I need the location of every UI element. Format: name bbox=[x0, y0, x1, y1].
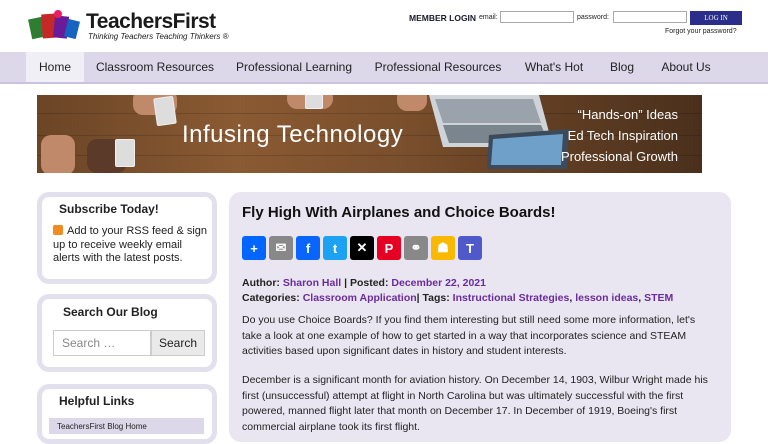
nav-item-whats-hot[interactable]: What's Hot bbox=[516, 52, 592, 82]
hand-image bbox=[397, 95, 427, 111]
nav-item-professional-learning[interactable]: Professional Learning bbox=[230, 52, 358, 82]
forgot-password-link[interactable]: Forgot your password? bbox=[665, 28, 737, 35]
banner-title: Infusing Technology bbox=[182, 121, 404, 148]
banner-line: Professional Growth bbox=[560, 149, 678, 164]
tag-link[interactable]: STEM bbox=[644, 292, 673, 304]
post-date-link[interactable]: December 22, 2021 bbox=[391, 277, 486, 289]
nav-item-classroom-resources[interactable]: Classroom Resources bbox=[90, 52, 220, 82]
banner-line: Ed Tech Inspiration bbox=[567, 128, 678, 143]
share-icon[interactable]: + bbox=[242, 236, 266, 260]
tag-link[interactable]: Instructional Strategies bbox=[453, 292, 570, 304]
post-title[interactable]: Fly High With Airplanes and Choice Board… bbox=[242, 204, 556, 221]
email-field[interactable] bbox=[500, 11, 574, 23]
google-classroom-icon[interactable]: ☗ bbox=[431, 236, 455, 260]
subscribe-description: Add to your RSS feed & sign up to receiv… bbox=[53, 225, 208, 264]
category-link[interactable]: Classroom Application bbox=[303, 292, 417, 304]
hand-image bbox=[41, 135, 75, 173]
tags-label: | Tags: bbox=[416, 292, 450, 304]
tag-link[interactable]: lesson ideas bbox=[575, 292, 638, 304]
nav-item-professional-resources[interactable]: Professional Resources bbox=[368, 52, 508, 82]
banner-line: “Hands-on” Ideas bbox=[577, 107, 678, 122]
facebook-icon[interactable]: f bbox=[296, 236, 320, 260]
password-label: password: bbox=[577, 14, 609, 21]
teachersfirst-logo-icon[interactable] bbox=[28, 8, 84, 44]
email-icon[interactable]: ✉ bbox=[269, 236, 293, 260]
brand-tagline: Thinking Teachers Teaching Thinkers ® bbox=[88, 32, 229, 41]
categories-label: Categories: bbox=[242, 292, 300, 304]
laptop-image bbox=[429, 95, 569, 169]
helpful-links-heading: Helpful Links bbox=[59, 394, 135, 408]
x-icon[interactable]: ✕ bbox=[350, 236, 374, 260]
posted-label: | Posted: bbox=[344, 277, 389, 289]
phone-image bbox=[115, 139, 135, 167]
search-input[interactable]: Search … bbox=[53, 330, 151, 356]
subscribe-text[interactable]: Add to your RSS feed & sign up to receiv… bbox=[53, 225, 211, 266]
author-link[interactable]: Sharon Hall bbox=[283, 277, 341, 289]
nav-item-about-us[interactable]: About Us bbox=[654, 52, 718, 82]
nav-item-blog[interactable]: Blog bbox=[600, 52, 644, 82]
nav-item-home[interactable]: Home bbox=[26, 52, 84, 82]
post-taxonomy: Categories: Classroom Application| Tags:… bbox=[242, 292, 674, 304]
rss-icon[interactable] bbox=[53, 225, 63, 235]
brand-name[interactable]: TeachersFirst bbox=[86, 10, 216, 34]
site-header: TeachersFirst Thinking Teachers Teaching… bbox=[0, 0, 768, 52]
search-button[interactable]: Search bbox=[151, 330, 205, 356]
post-paragraph: December is a significant month for avia… bbox=[242, 374, 708, 433]
microsoft-teams-icon[interactable]: T bbox=[458, 236, 482, 260]
member-login-title: MEMBER LOGIN bbox=[409, 13, 477, 23]
login-button[interactable]: LOG IN bbox=[690, 11, 742, 25]
main-nav: Home Classroom Resources Professional Le… bbox=[0, 52, 768, 84]
post-paragraph: Do you use Choice Boards? If you find th… bbox=[242, 314, 696, 357]
phone-image bbox=[305, 95, 323, 109]
twitter-icon[interactable]: t bbox=[323, 236, 347, 260]
post-byline: Author: Sharon Hall | Posted: December 2… bbox=[242, 277, 486, 289]
email-label: email: bbox=[479, 14, 498, 21]
copy-link-icon[interactable]: ⚭ bbox=[404, 236, 428, 260]
phone-image bbox=[153, 95, 177, 127]
helpful-links-box bbox=[37, 384, 217, 444]
subscribe-heading: Subscribe Today! bbox=[59, 202, 159, 216]
infusing-technology-banner: Infusing Technology “Hands-on” Ideas Ed … bbox=[37, 95, 702, 173]
author-label: Author: bbox=[242, 277, 280, 289]
search-heading: Search Our Blog bbox=[63, 305, 158, 319]
pinterest-icon[interactable]: P bbox=[377, 236, 401, 260]
password-field[interactable] bbox=[613, 11, 687, 23]
